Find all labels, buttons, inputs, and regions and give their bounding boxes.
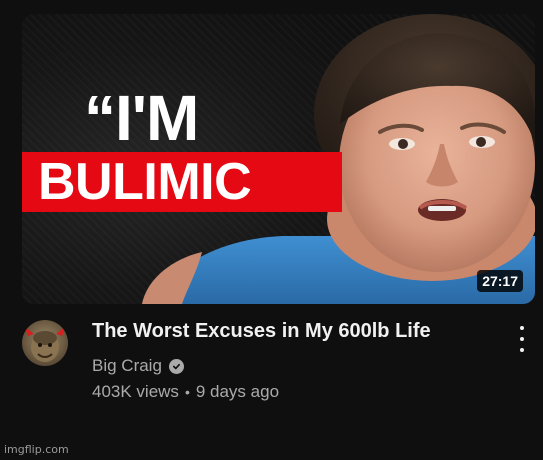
video-meta: The Worst Excuses in My 600lb Life Big C…	[22, 318, 535, 402]
channel-avatar[interactable]	[22, 320, 68, 366]
watermark: imgflip.com	[4, 443, 69, 456]
more-vert-icon[interactable]	[515, 326, 529, 352]
headline-line-2: BULIMIC	[38, 153, 252, 211]
verified-check-icon	[168, 358, 184, 374]
duration-badge: 27:17	[477, 270, 523, 292]
separator-dot: •	[184, 384, 190, 400]
channel-name[interactable]: Big Craig	[92, 356, 162, 376]
video-card[interactable]: “I'M BULIMIC 27:17	[22, 14, 535, 304]
headline-line-1: “I'M	[84, 82, 199, 154]
view-count: 403K views	[92, 382, 179, 401]
video-thumbnail[interactable]: “I'M BULIMIC 27:17	[22, 14, 535, 304]
video-title[interactable]: The Worst Excuses in My 600lb Life	[92, 318, 535, 344]
avatar-face-icon	[24, 326, 66, 362]
upload-age: 9 days ago	[195, 382, 280, 401]
